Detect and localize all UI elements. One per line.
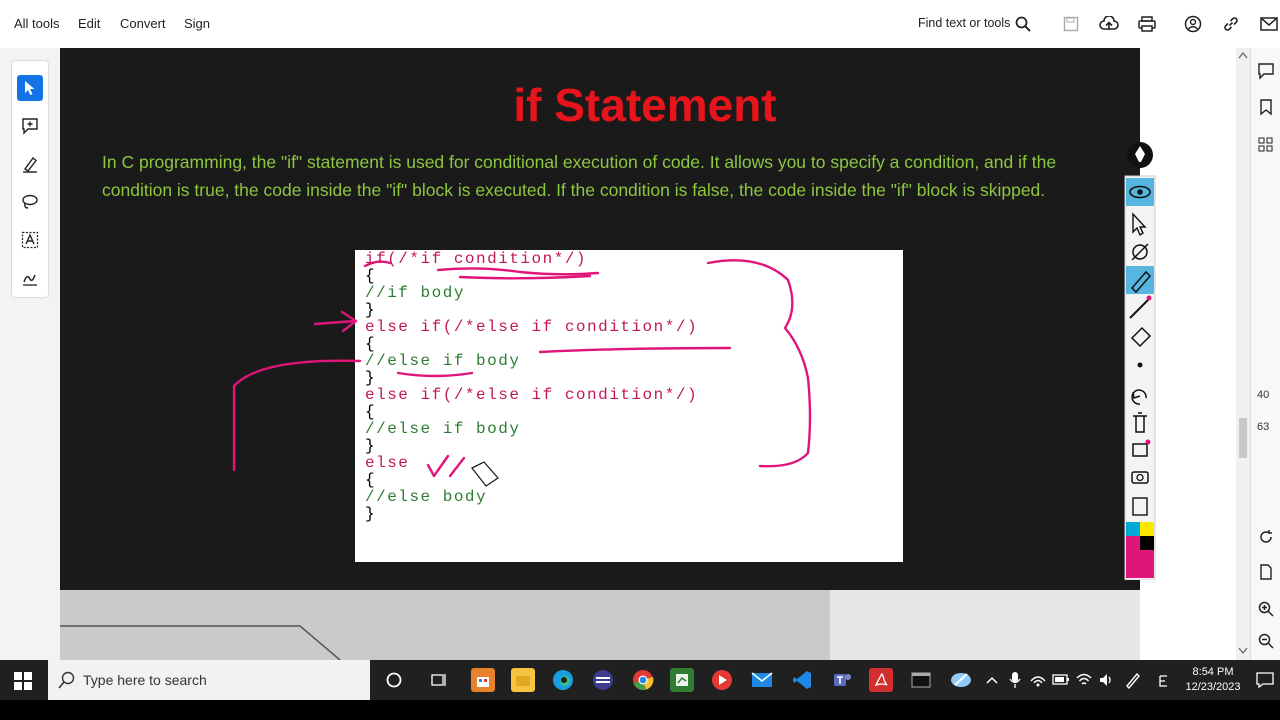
color-swatch — [1126, 536, 1140, 550]
code-line: else if(/*else if condition*/) — [365, 386, 699, 404]
highlighter-icon — [1126, 266, 1154, 294]
battery-icon[interactable] — [1052, 673, 1070, 687]
draw-lasso-icon[interactable] — [17, 189, 43, 215]
next-slide-decoration — [60, 590, 1140, 660]
code-line: else — [365, 454, 410, 472]
code-line: } — [365, 505, 377, 523]
ink-arrow — [313, 310, 358, 333]
page-zoom-readout: 40 — [1257, 389, 1270, 401]
app-toolbar: All tools Edit Convert Sign Find text or… — [0, 0, 1280, 49]
save-icon[interactable] — [1060, 13, 1082, 35]
right-pane — [1140, 48, 1250, 660]
code-line: //else if body — [365, 420, 521, 438]
share-user-icon[interactable] — [1182, 13, 1204, 35]
add-comment-icon[interactable] — [17, 113, 43, 139]
notifications-icon[interactable] — [1256, 672, 1274, 688]
menu-convert[interactable]: Convert — [120, 16, 166, 31]
color-swatch — [1140, 522, 1154, 536]
windows-start-icon[interactable] — [14, 672, 32, 690]
code-line: //else if body — [365, 352, 521, 370]
code-line: { — [365, 403, 377, 421]
cortana-icon[interactable] — [382, 668, 406, 692]
pen-workspace-icon[interactable] — [1124, 671, 1142, 689]
bottom-letterbox — [0, 700, 1280, 720]
code-line: } — [365, 301, 377, 319]
media-player-icon[interactable] — [710, 668, 734, 692]
text-box-icon[interactable] — [17, 227, 43, 253]
current-color — [1126, 550, 1154, 578]
bookmark-icon[interactable] — [1257, 98, 1275, 116]
color-swatch — [1140, 536, 1154, 550]
edge-browser-icon[interactable] — [551, 668, 575, 692]
find-tools-label[interactable]: Find text or tools — [918, 16, 1010, 30]
mail-app-icon[interactable] — [750, 668, 774, 692]
file-explorer-icon[interactable] — [511, 668, 535, 692]
microphone-icon[interactable] — [1008, 671, 1022, 689]
menu-sign[interactable]: Sign — [184, 16, 210, 31]
terminal-icon[interactable] — [909, 668, 933, 692]
fill-sign-icon[interactable] — [17, 265, 43, 291]
chrome-icon[interactable] — [631, 668, 655, 692]
code-line: { — [365, 471, 377, 489]
taskbar-search[interactable]: Type here to search — [48, 660, 370, 700]
app-icon[interactable] — [591, 668, 615, 692]
color-swatch — [1126, 522, 1140, 536]
ink-left-line — [232, 359, 362, 472]
left-tool-panel — [0, 48, 60, 660]
code-line: } — [365, 369, 377, 387]
code-line: { — [365, 267, 377, 285]
dot-size-icon — [1137, 362, 1143, 368]
teams-icon[interactable] — [830, 668, 854, 692]
quick-tools — [11, 60, 49, 298]
code-block: if(/*if condition*/) { //if body } else … — [355, 250, 903, 562]
menu-all-tools[interactable]: All tools — [14, 16, 60, 31]
upload-cloud-icon[interactable] — [1098, 13, 1120, 35]
right-side-strip: 40 63 — [1250, 48, 1280, 660]
network-icon[interactable] — [1030, 672, 1046, 688]
select-tool-icon[interactable] — [17, 75, 43, 101]
acrobat-icon[interactable] — [869, 668, 893, 692]
menu-edit[interactable]: Edit — [78, 16, 100, 31]
search-icon[interactable] — [1012, 13, 1034, 35]
volume-icon[interactable] — [1098, 672, 1114, 688]
code-line: //else body — [365, 488, 488, 506]
code-line: if(/*if condition*/) — [365, 250, 588, 268]
notepad-icon[interactable] — [670, 668, 694, 692]
search-icon — [58, 671, 75, 689]
search-placeholder: Type here to search — [83, 672, 207, 688]
annotation-app-icon[interactable] — [949, 668, 973, 692]
print-icon[interactable] — [1136, 13, 1158, 35]
code-line: else if(/*else if condition*/) — [365, 318, 699, 336]
save-page-icon[interactable] — [1257, 563, 1275, 581]
clock-date: 12/23/2023 — [1185, 681, 1241, 693]
wifi-icon[interactable] — [1076, 672, 1092, 688]
code-line: //if body — [365, 284, 465, 302]
zoom-in-icon[interactable] — [1257, 600, 1275, 618]
refresh-icon[interactable] — [1257, 528, 1275, 546]
highlight-pen-icon[interactable] — [17, 151, 43, 177]
code-line: { — [365, 335, 377, 353]
system-clock[interactable]: 8:54 PM 12/23/2023 — [1182, 665, 1244, 695]
annotation-toolbar — [1124, 140, 1156, 581]
store-icon[interactable] — [471, 668, 495, 692]
page-zoom-readout: 63 — [1257, 421, 1270, 433]
vscode-icon[interactable] — [790, 668, 814, 692]
task-view-icon[interactable] — [427, 668, 451, 692]
next-slide-preview — [60, 590, 1140, 660]
vertical-scrollbar[interactable] — [1236, 48, 1250, 660]
language-icon[interactable] — [1158, 674, 1170, 688]
clock-time: 8:54 PM — [1192, 666, 1234, 678]
mail-icon[interactable] — [1258, 13, 1280, 35]
chevron-up-icon[interactable] — [985, 674, 999, 686]
link-icon[interactable] — [1220, 13, 1242, 35]
zoom-out-icon[interactable] — [1257, 632, 1275, 650]
comment-panel-icon[interactable] — [1257, 62, 1275, 80]
code-line: } — [365, 437, 377, 455]
thumbnails-icon[interactable] — [1257, 136, 1275, 154]
windows-taskbar: Type here to search 8:54 PM 12/23/2023 — [0, 660, 1280, 700]
